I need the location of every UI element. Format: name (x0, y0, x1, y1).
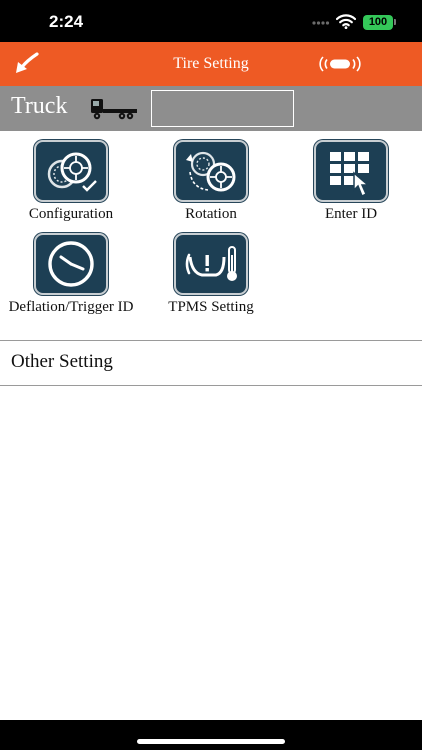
status-bar: 2:24 100 (0, 0, 422, 42)
divider (0, 385, 422, 386)
back-arrow-icon[interactable] (14, 52, 40, 76)
keypad-touch-icon (330, 152, 371, 198)
menu-item-rotation[interactable]: Rotation (141, 140, 281, 223)
truck-icon (91, 99, 137, 120)
other-setting-row[interactable]: Other Setting (11, 351, 113, 373)
menu-item-label: Deflation/Trigger ID (8, 299, 134, 315)
battery-icon: 100 (363, 15, 393, 30)
menu-item-deflation-trigger-id[interactable]: Deflation/Trigger ID (1, 233, 141, 316)
menu-item-label: Rotation (185, 206, 237, 222)
tpms-signal-icon[interactable] (317, 54, 363, 74)
status-time: 2:24 (49, 12, 84, 31)
menu-item-configuration[interactable]: Configuration (1, 140, 141, 223)
divider (0, 340, 422, 341)
menu-item-label: Configuration (28, 206, 114, 222)
battery-tip (394, 19, 396, 25)
clock-icon (48, 241, 94, 287)
vehicle-type-label: Truck (11, 93, 68, 119)
deflation-trigger-button[interactable] (34, 233, 108, 295)
rotation-button[interactable] (174, 140, 248, 202)
home-indicator[interactable] (137, 739, 285, 744)
cellular-signal-icon (312, 21, 330, 25)
wifi-icon (336, 14, 356, 29)
enter-id-button[interactable] (314, 140, 388, 202)
vehicle-id-field[interactable] (151, 90, 294, 127)
tire-configuration-icon (47, 152, 97, 192)
menu-item-label: TPMS Setting (168, 299, 254, 315)
tpms-setting-button[interactable] (174, 233, 248, 295)
menu-item-label: Enter ID (324, 206, 378, 222)
tpms-warning-icon (185, 246, 237, 281)
tire-rotation-icon (186, 151, 236, 192)
home-indicator-area (0, 720, 422, 750)
nav-bar: Tire Setting (0, 42, 422, 86)
menu-item-enter-id[interactable]: Enter ID (281, 140, 421, 223)
menu-item-tpms-setting[interactable]: TPMS Setting (141, 233, 281, 316)
configuration-button[interactable] (34, 140, 108, 202)
